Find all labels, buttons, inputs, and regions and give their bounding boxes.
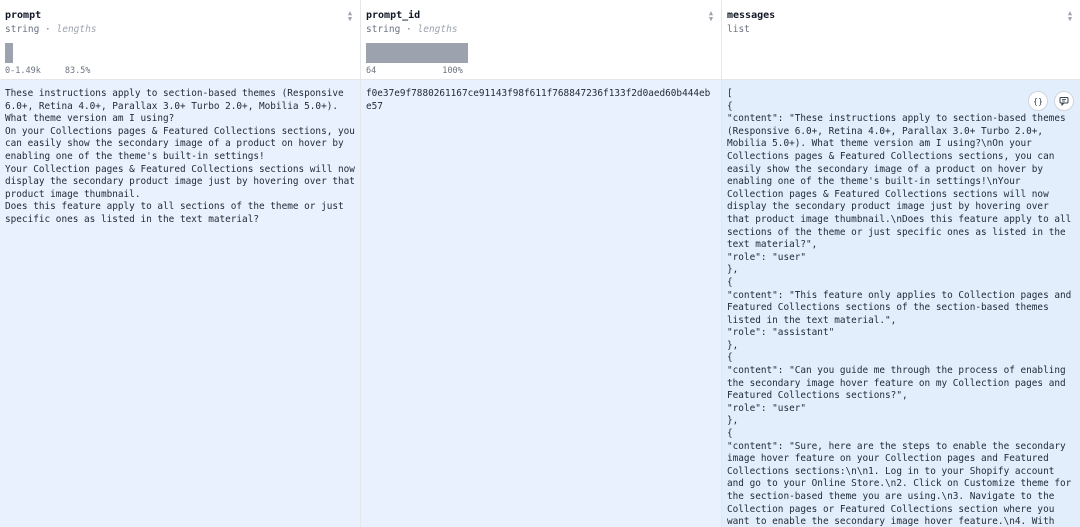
dataset-viewer-table: prompt string · lengths ▲ ▼ 0-1.49k 83.5% … [0, 0, 1080, 527]
histogram-percent-label: 100% [442, 66, 463, 76]
column-name: messages [727, 10, 776, 21]
histogram-labels: 64 100% [366, 66, 487, 76]
column-type: string · lengths [5, 24, 97, 35]
column-name: prompt [5, 10, 42, 21]
histogram-range-label: 64 [366, 66, 377, 76]
column-type: list [727, 24, 750, 35]
sort-icon[interactable]: ▲ ▼ [346, 10, 354, 23]
length-histogram[interactable] [366, 43, 468, 63]
json-view-button[interactable]: {} [1028, 91, 1048, 111]
column-messages: messages list ▲ ▼ [ { "content": "These i… [722, 0, 1080, 527]
histogram-bar[interactable] [5, 43, 13, 63]
column-prompt: prompt string · lengths ▲ ▼ 0-1.49k 83.5% … [0, 0, 361, 527]
sort-icon[interactable]: ▲ ▼ [707, 10, 715, 23]
cell-text: f0e37e9f7880261167ce91143f98f611f7688472… [366, 88, 716, 112]
column-prompt-id: prompt_id string · lengths ▲ ▼ 64 100% f0e… [361, 0, 722, 527]
histogram-range-label: 0-1.49k [5, 66, 41, 76]
chat-view-button[interactable] [1054, 91, 1074, 111]
column-header-prompt[interactable]: prompt string · lengths ▲ ▼ 0-1.49k 83.5% [0, 0, 360, 80]
histogram-percent-label: 83.5% [64, 66, 91, 76]
sort-icon[interactable]: ▲ ▼ [1066, 10, 1074, 23]
cell-tools: {} [1028, 91, 1074, 111]
column-header-prompt-id[interactable]: prompt_id string · lengths ▲ ▼ 64 100% [361, 0, 721, 80]
length-histogram[interactable] [5, 43, 105, 63]
cell-prompt[interactable]: These instructions apply to section-base… [0, 80, 360, 527]
histogram-labels: 0-1.49k 83.5% [5, 66, 114, 76]
column-type: string · lengths [366, 24, 458, 35]
column-header-messages[interactable]: messages list ▲ ▼ [722, 0, 1080, 80]
cell-prompt-id[interactable]: f0e37e9f7880261167ce91143f98f611f7688472… [361, 80, 721, 527]
braces-icon: {} [1033, 96, 1043, 106]
chat-bubble-icon [1059, 97, 1069, 106]
cell-text: These instructions apply to section-base… [5, 88, 355, 225]
cell-messages[interactable]: [ { "content": "These instructions apply… [722, 80, 1080, 527]
column-name: prompt_id [366, 10, 421, 21]
cell-text: [ { "content": "These instructions apply… [727, 88, 1072, 527]
histogram-bar[interactable] [366, 43, 468, 63]
